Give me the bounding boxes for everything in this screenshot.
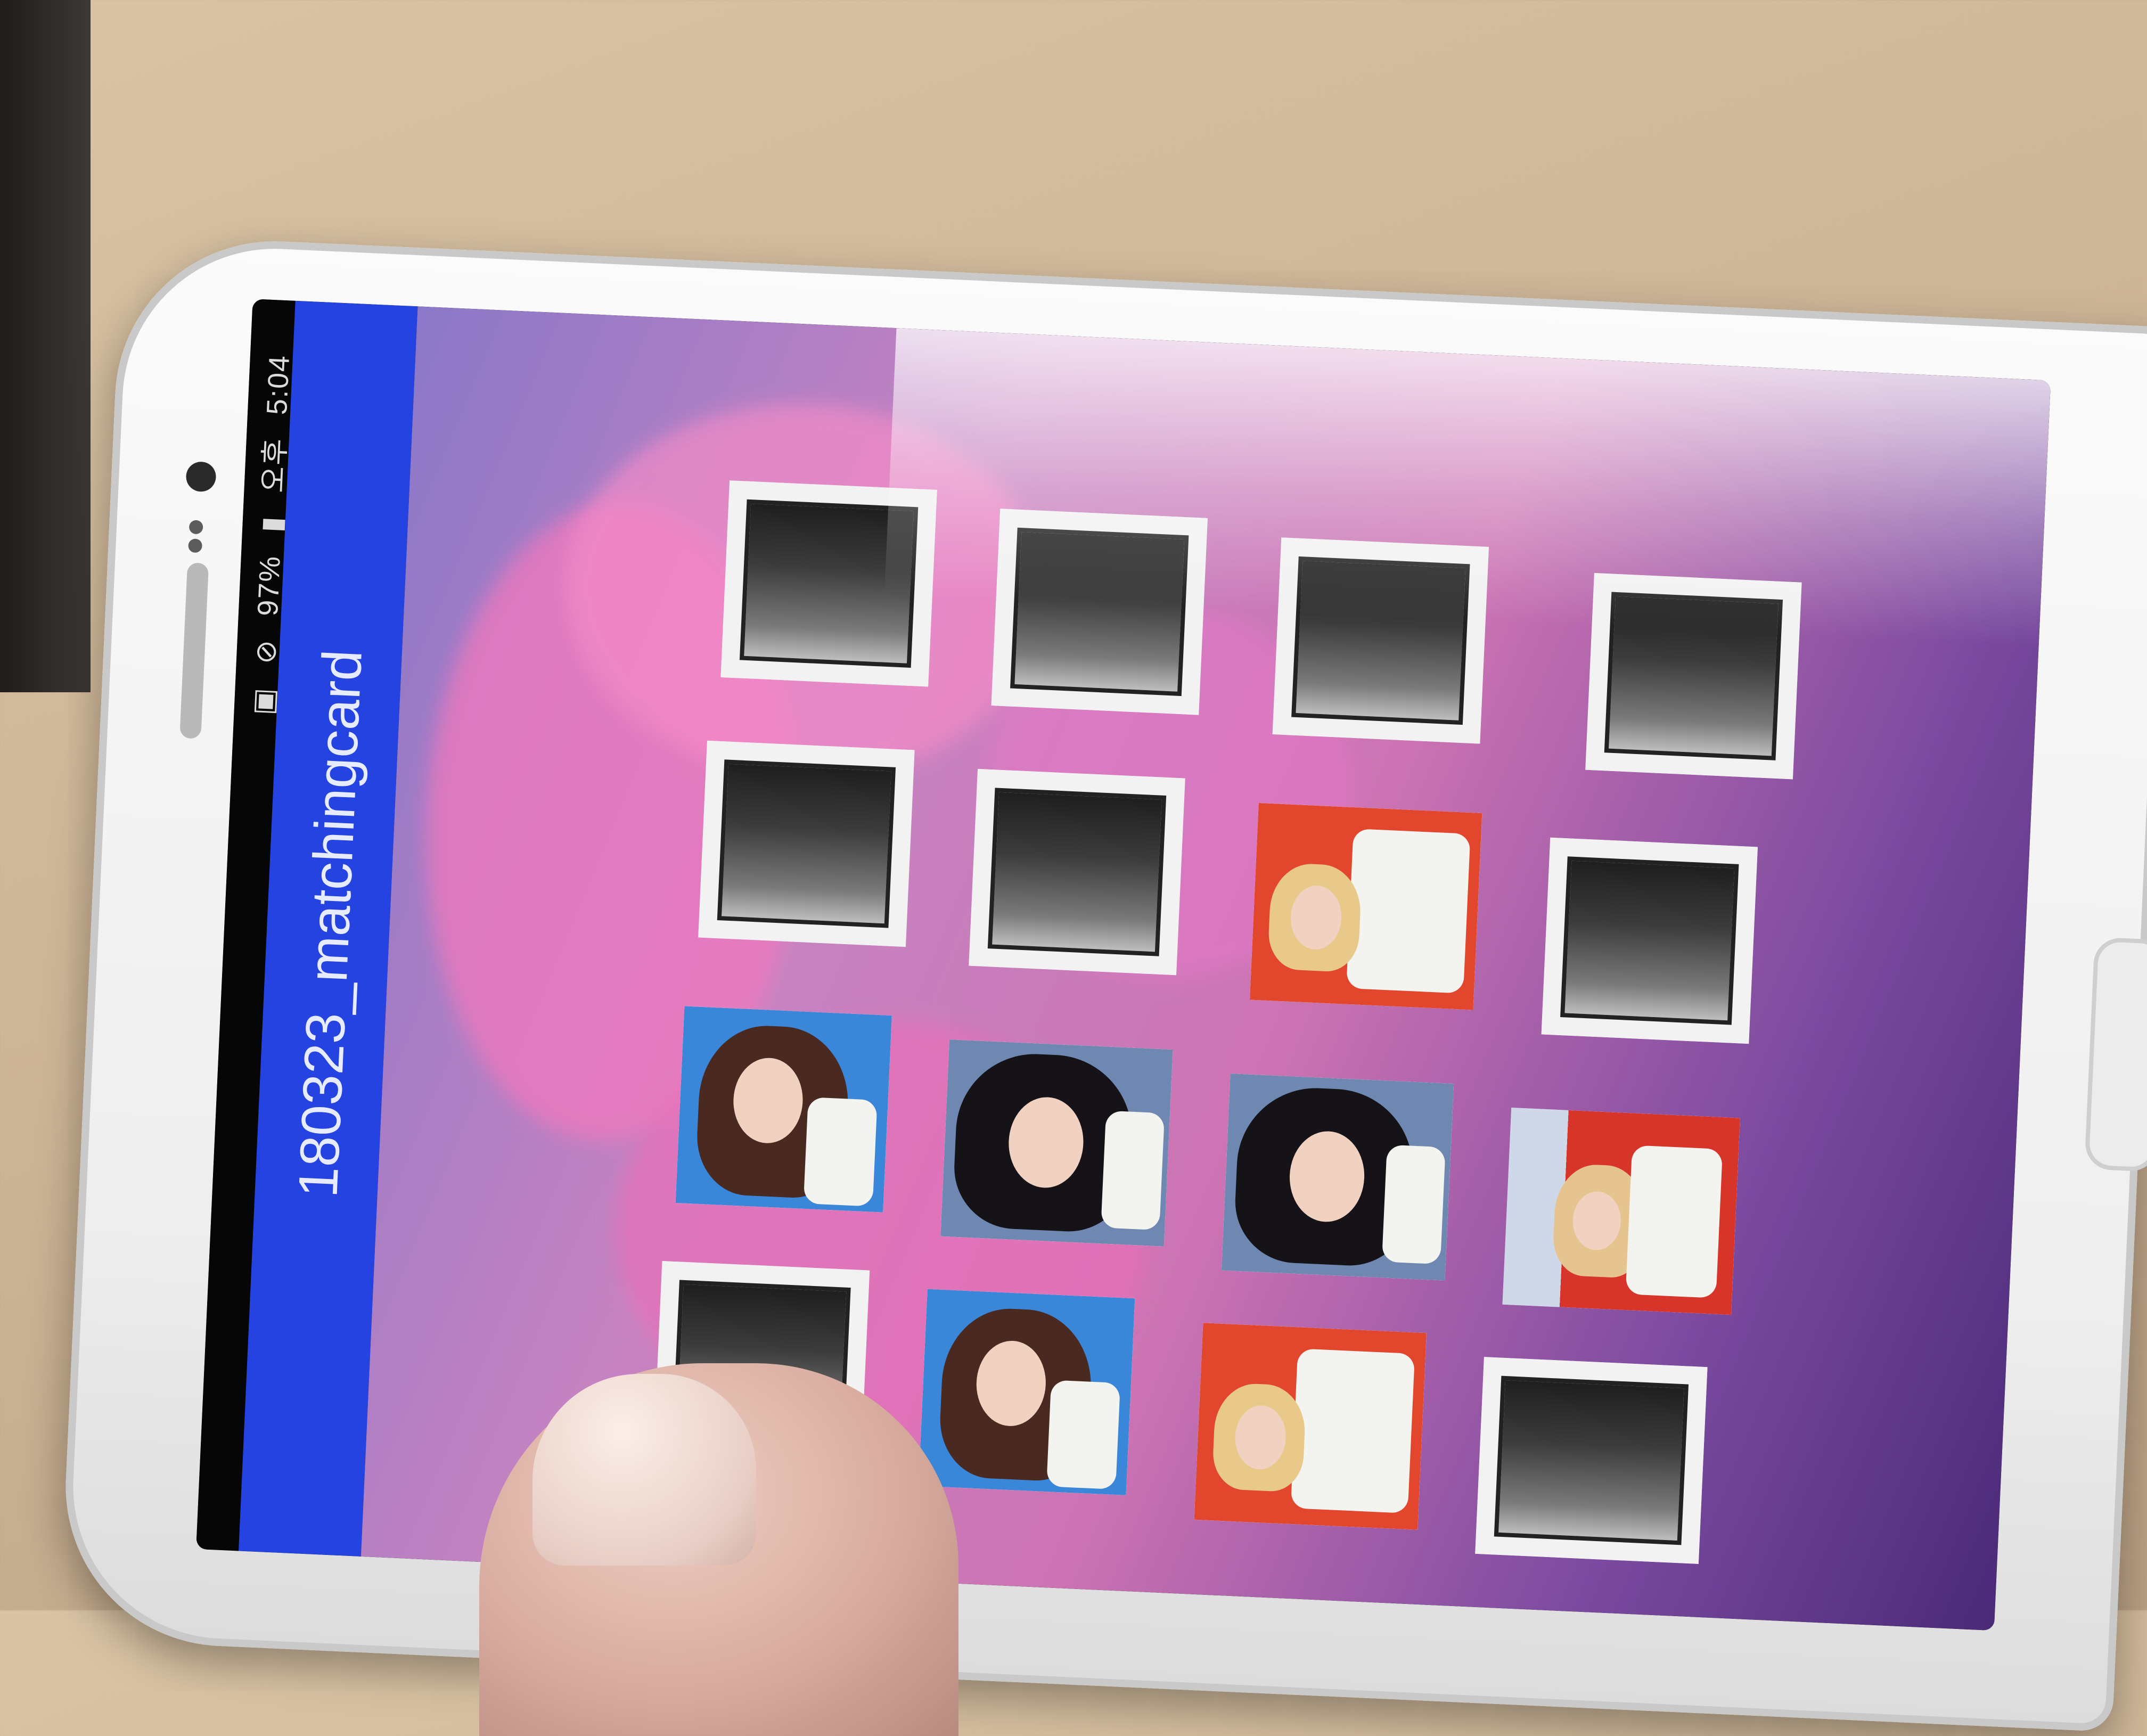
card-face-up[interactable] — [940, 1039, 1173, 1247]
card-face-down[interactable] — [1541, 837, 1758, 1044]
notification-icon: ▣ — [247, 686, 281, 716]
card-photo-blue — [675, 1006, 892, 1213]
earpiece-speaker — [179, 562, 209, 739]
card-face-up[interactable] — [918, 1289, 1135, 1495]
card-photo-red-stage — [1502, 1108, 1740, 1315]
phone-screen: ▣ ⊘ 97% ▮ 오후 5:04 180323_matchingcard — [196, 299, 2051, 1631]
card-face-down[interactable] — [720, 480, 937, 687]
card-face-down[interactable] — [1585, 573, 1802, 780]
light-sensor — [188, 538, 203, 553]
card-face-down[interactable] — [1272, 537, 1489, 744]
app-title: 180323_matchingcard — [287, 648, 374, 1199]
card-face-down[interactable] — [1475, 1357, 1708, 1564]
card-face-up[interactable] — [1194, 1323, 1427, 1530]
card-face-up[interactable] — [1249, 803, 1482, 1010]
card-photo-blue — [918, 1289, 1135, 1495]
phone-device: SAMSUNG ▣ ⊘ 97% ▮ 오후 5:04 180323_matchin… — [59, 234, 2147, 1732]
home-button[interactable] — [2084, 937, 2147, 1173]
user-fingernail — [532, 1374, 756, 1566]
card-face-up[interactable] — [1221, 1074, 1454, 1281]
battery-icon: ▮ — [255, 514, 289, 534]
card-photo-red — [1249, 803, 1482, 1010]
dark-object-edge — [0, 0, 91, 692]
card-photo-dark — [1221, 1074, 1454, 1281]
do-not-disturb-icon: ⊘ — [249, 638, 283, 665]
card-face-down[interactable] — [991, 509, 1208, 715]
front-camera — [185, 461, 217, 493]
proximity-sensor — [189, 520, 203, 535]
card-face-down[interactable] — [969, 768, 1185, 976]
card-face-up[interactable] — [675, 1006, 892, 1213]
card-face-down[interactable] — [698, 740, 915, 947]
card-face-up[interactable] — [1502, 1108, 1740, 1315]
card-photo-red — [1194, 1323, 1427, 1530]
card-photo-dark — [940, 1039, 1173, 1247]
